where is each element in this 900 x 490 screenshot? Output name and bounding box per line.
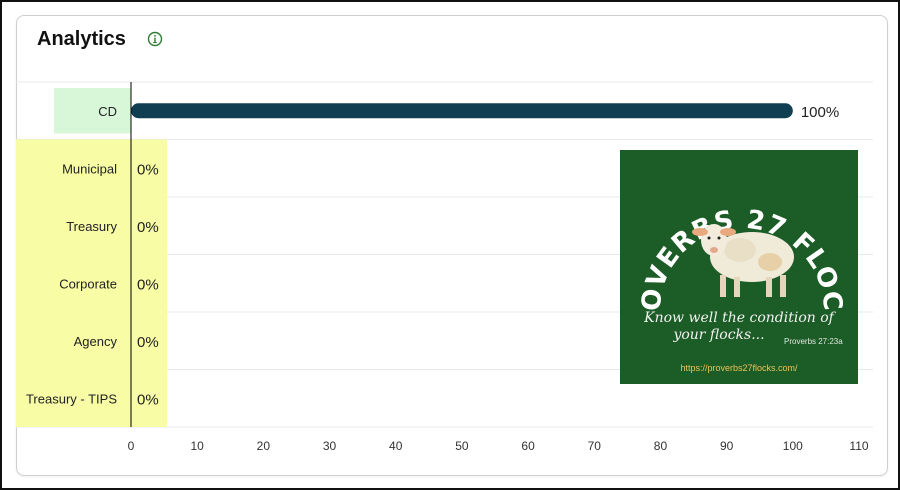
category-label: CD: [98, 104, 117, 119]
data-label: 100%: [801, 104, 839, 121]
category-label: Treasury: [66, 219, 117, 234]
x-tick-label: 10: [191, 439, 205, 453]
data-label: 0%: [137, 219, 159, 236]
category-label: Treasury - TIPS: [26, 391, 117, 406]
x-tick-label: 30: [323, 439, 337, 453]
x-tick-label: 100: [783, 439, 803, 453]
x-tick-label: 110: [849, 439, 868, 453]
x-tick-label: 0: [128, 439, 135, 453]
data-label: 0%: [137, 161, 159, 178]
x-tick-label: 80: [654, 439, 668, 453]
x-tick-label: 20: [257, 439, 271, 453]
proverbs-27-flocks-ad[interactable]: PROVERBS 27 FLOCKS Know well the conditi…: [620, 150, 858, 384]
ad-artwork: PROVERBS 27 FLOCKS: [620, 150, 846, 313]
category-label: Corporate: [59, 276, 117, 291]
ad-url-link[interactable]: https://proverbs27flocks.com/: [620, 363, 858, 373]
x-tick-label: 70: [588, 439, 602, 453]
x-tick-label: 40: [389, 439, 403, 453]
data-label: 0%: [137, 334, 159, 351]
window-frame: Analytics CD 100% Municipal 0% Treasury 0% Cor…: [0, 0, 900, 490]
x-tick-label: 50: [455, 439, 469, 453]
category-label: Agency: [74, 334, 118, 349]
data-label: 0%: [137, 391, 159, 408]
ad-verse: Proverbs 27:23a: [784, 337, 843, 346]
x-tick-label: 90: [720, 439, 734, 453]
data-label: 0%: [137, 276, 159, 293]
category-highlight: [54, 88, 131, 134]
category-label: Municipal: [62, 161, 117, 176]
x-tick-label: 60: [521, 439, 535, 453]
bar: [131, 103, 793, 119]
